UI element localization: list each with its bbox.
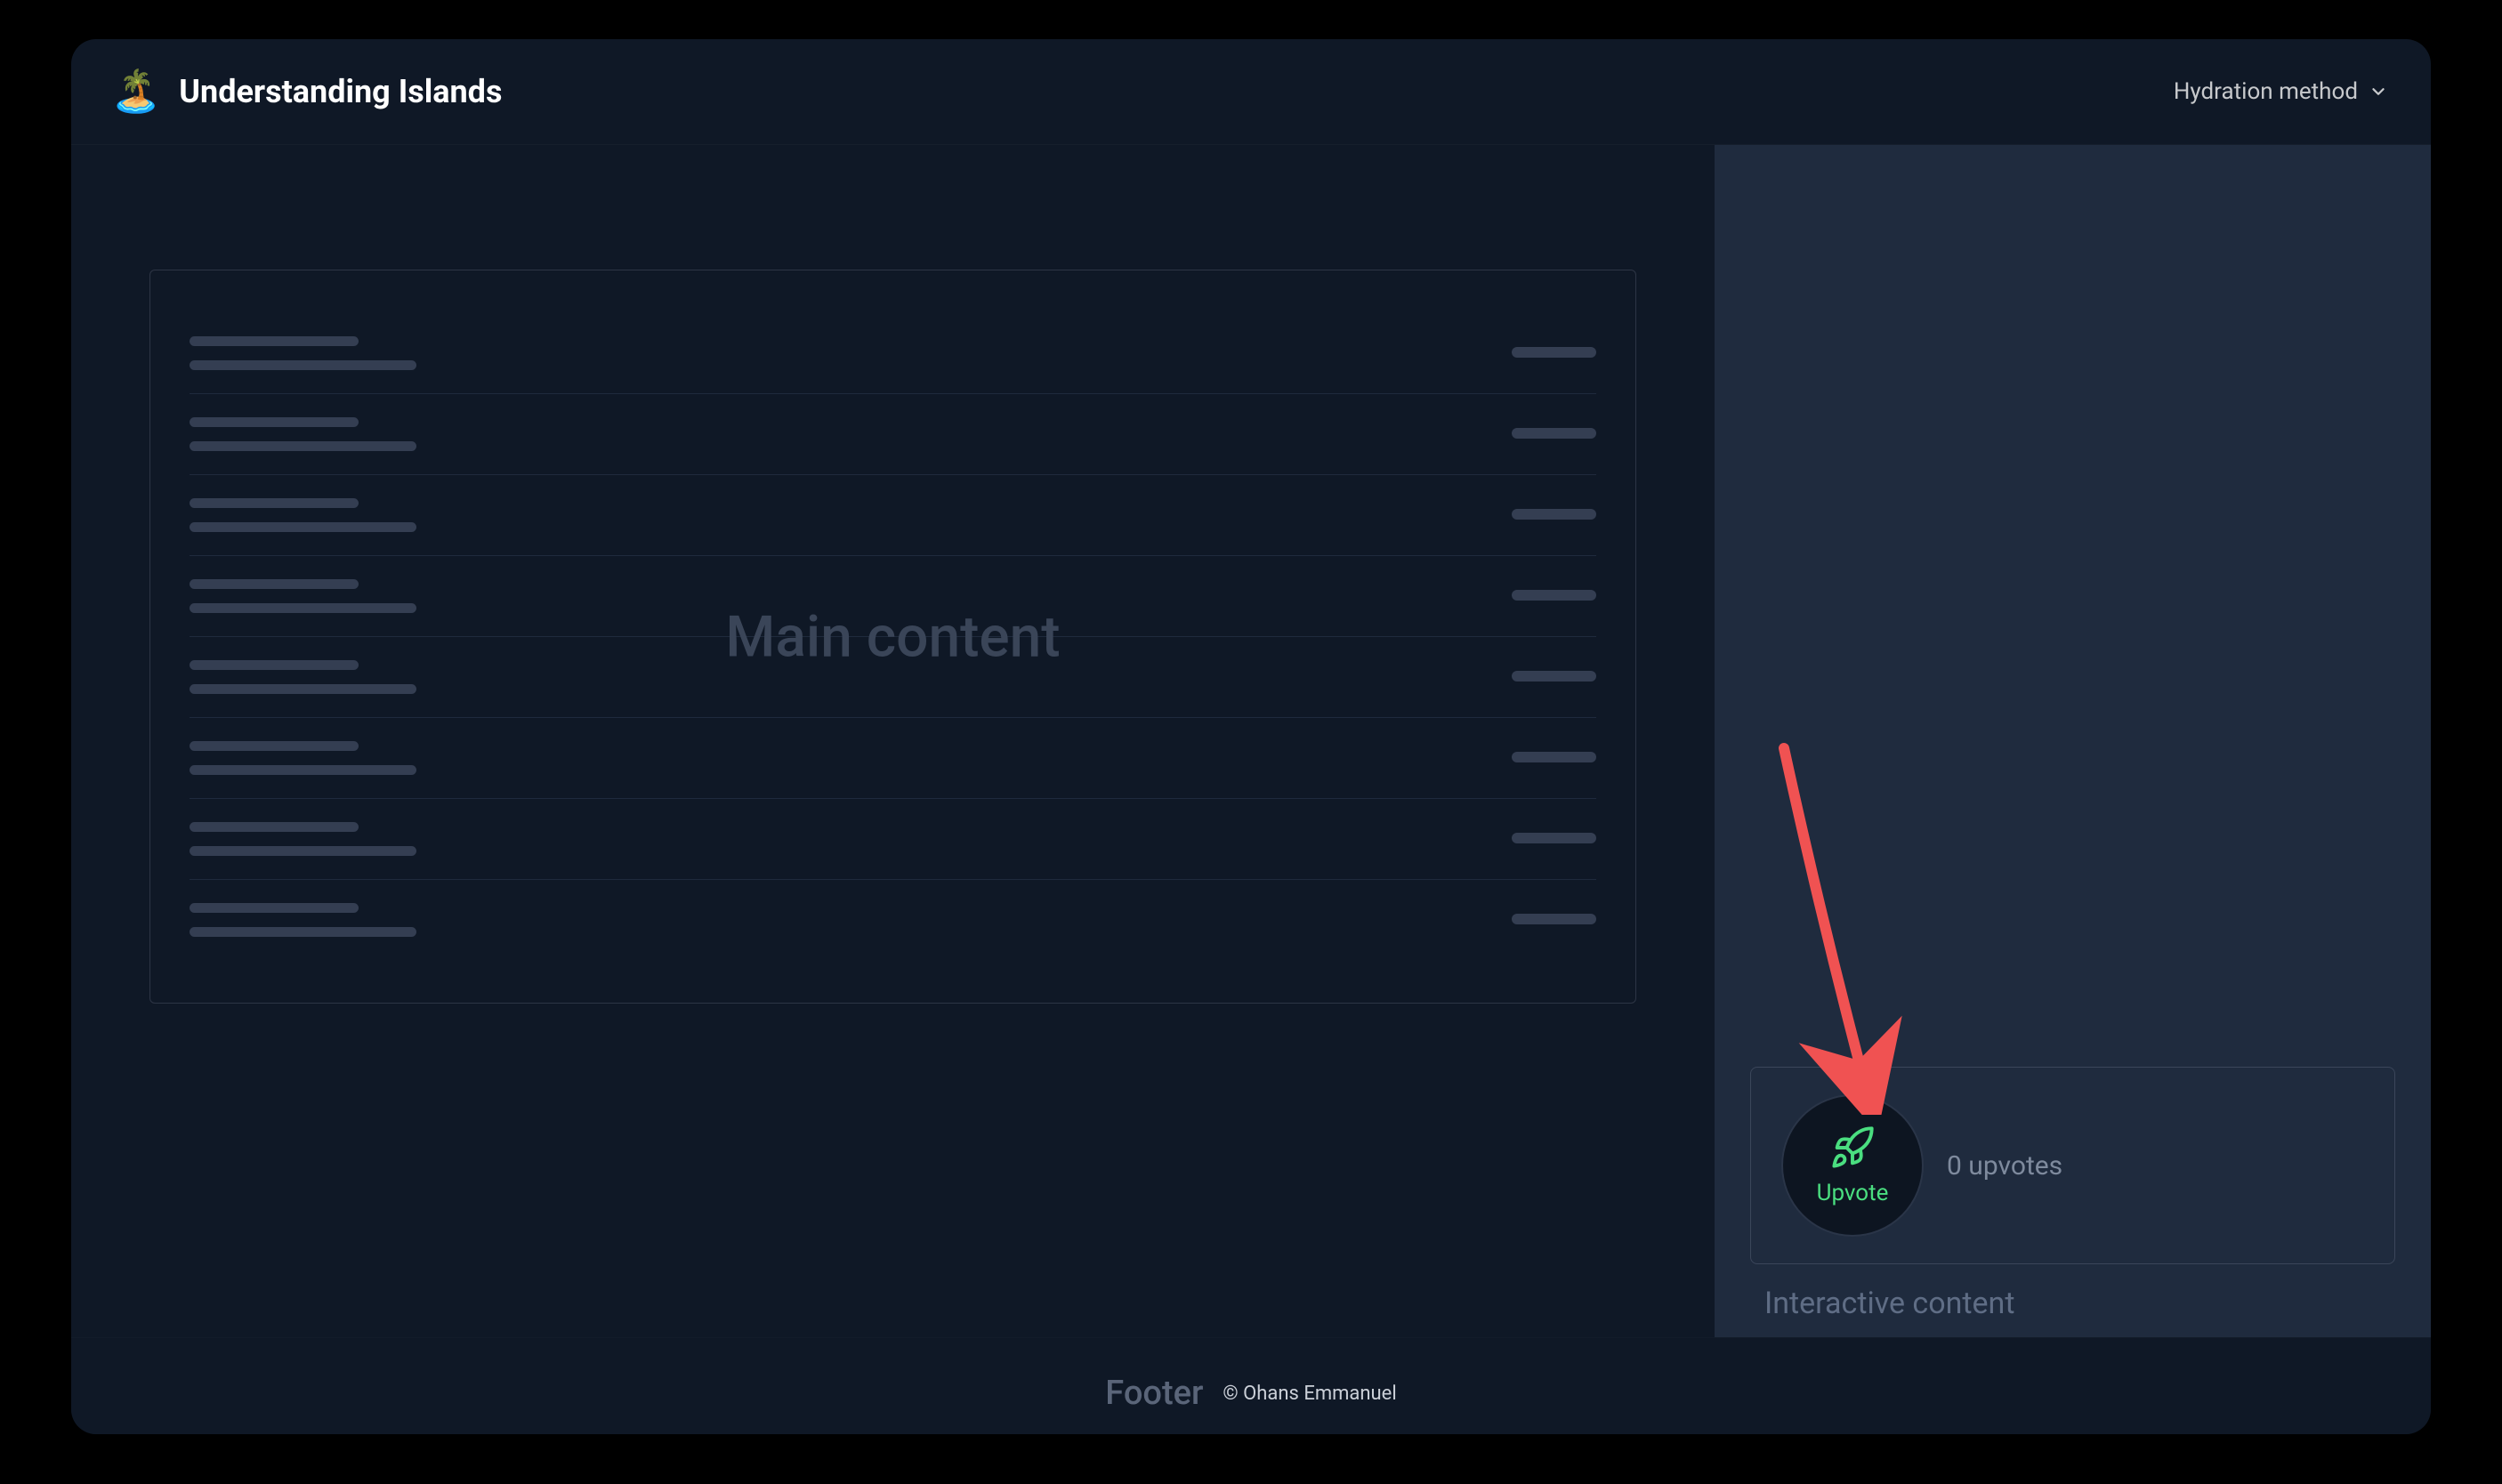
list-item: [190, 475, 1596, 556]
upvote-button[interactable]: Upvote: [1781, 1094, 1924, 1237]
skeleton-line: [190, 579, 359, 589]
footer-copyright: © Ohans Emmanuel: [1223, 1383, 1396, 1405]
skeleton-lines: [190, 579, 416, 613]
header-left: 🏝️ Understanding Islands: [110, 71, 502, 112]
skeleton-chip: [1512, 590, 1596, 601]
body-area: Main content: [71, 145, 2431, 1337]
app-window: 🏝️ Understanding Islands Hydration metho…: [71, 39, 2431, 1434]
upvote-island-card: Upvote 0 upvotes: [1750, 1067, 2395, 1264]
skeleton-chip: [1512, 428, 1596, 439]
skeleton-line: [190, 417, 359, 427]
island-icon: 🏝️: [110, 71, 161, 112]
skeleton-line: [190, 660, 359, 670]
skeleton-line: [190, 360, 416, 370]
skeleton-lines: [190, 660, 416, 694]
rocket-icon: [1829, 1125, 1876, 1171]
skeleton-chip: [1512, 833, 1596, 843]
skeleton-chip: [1512, 347, 1596, 358]
skeleton-line: [190, 498, 359, 508]
list-item: [190, 718, 1596, 799]
skeleton-lines: [190, 498, 416, 532]
hydration-dropdown-label: Hydration method: [2174, 78, 2358, 105]
hydration-method-dropdown[interactable]: Hydration method: [2174, 78, 2388, 105]
list-item: [190, 637, 1596, 718]
skeleton-lines: [190, 741, 416, 775]
skeleton-chip: [1512, 752, 1596, 762]
skeleton-line: [190, 522, 416, 532]
footer-title: Footer: [1105, 1374, 1203, 1413]
skeleton-lines: [190, 903, 416, 937]
sidebar: Upvote 0 upvotes Interactive content: [1715, 145, 2431, 1337]
skeleton-line: [190, 684, 416, 694]
skeleton-chip: [1512, 914, 1596, 924]
skeleton-line: [190, 903, 359, 913]
skeleton-lines: [190, 336, 416, 370]
skeleton-chip: [1512, 509, 1596, 520]
skeleton-line: [190, 336, 359, 346]
chevron-down-icon: [2369, 82, 2388, 101]
interactive-content-label: Interactive content: [1750, 1286, 2395, 1321]
skeleton-list: [190, 313, 1596, 960]
list-item: [190, 556, 1596, 637]
skeleton-line: [190, 765, 416, 775]
sidebar-bottom: Upvote 0 upvotes Interactive content: [1750, 1067, 2395, 1321]
skeleton-line: [190, 927, 416, 937]
upvote-button-label: Upvote: [1817, 1180, 1889, 1206]
skeleton-line: [190, 441, 416, 451]
skeleton-line: [190, 846, 416, 856]
main-content-box: Main content: [149, 270, 1636, 1004]
page-title: Understanding Islands: [179, 73, 502, 110]
header: 🏝️ Understanding Islands Hydration metho…: [71, 39, 2431, 145]
skeleton-line: [190, 741, 359, 751]
footer: Footer © Ohans Emmanuel: [71, 1337, 2431, 1434]
skeleton-line: [190, 603, 416, 613]
list-item: [190, 799, 1596, 880]
list-item: [190, 394, 1596, 475]
annotation-arrow: [1768, 741, 1910, 1115]
skeleton-chip: [1512, 671, 1596, 682]
main-panel: Main content: [71, 145, 1715, 1337]
list-item: [190, 313, 1596, 394]
upvotes-count: 0 upvotes: [1947, 1150, 2062, 1182]
list-item: [190, 880, 1596, 960]
skeleton-lines: [190, 417, 416, 451]
skeleton-line: [190, 822, 359, 832]
skeleton-lines: [190, 822, 416, 856]
